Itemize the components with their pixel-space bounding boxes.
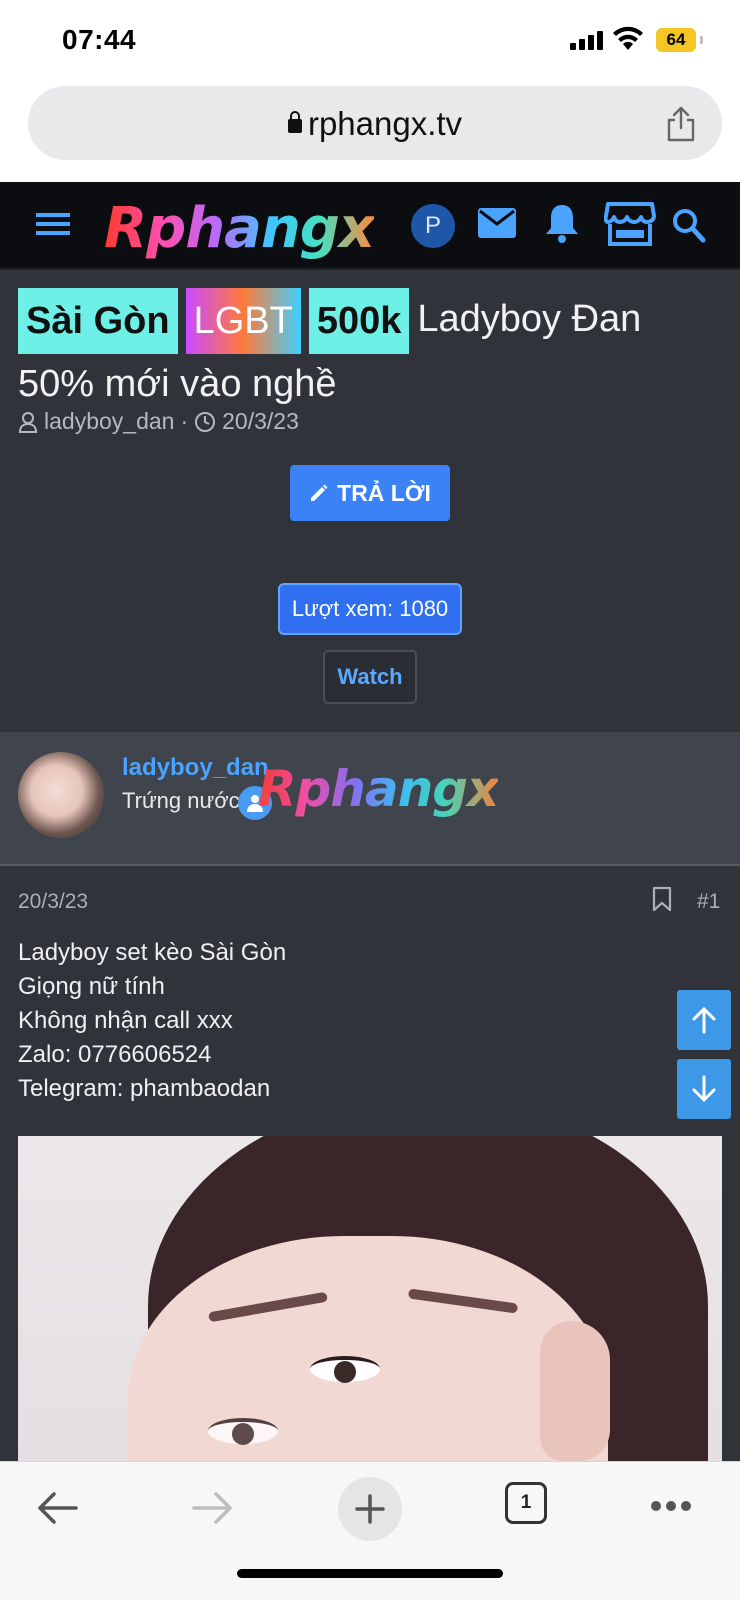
view-count-button[interactable]: Lượt xem: 1080: [278, 583, 462, 635]
url-text: rphangx.tv: [307, 105, 463, 142]
more-icon[interactable]: [650, 1500, 692, 1512]
wifi-icon: [613, 26, 643, 50]
thread-date[interactable]: 20/3/23: [222, 408, 299, 435]
label-lgbt[interactable]: LGBT: [185, 288, 301, 354]
arrow-up-icon: [692, 1006, 716, 1034]
post-line: Không nhận call xxx: [18, 1007, 233, 1034]
post-author-name[interactable]: ladyboy_dan: [122, 754, 269, 782]
label-saigon[interactable]: Sài Gòn: [18, 288, 178, 354]
lock-icon: [287, 111, 302, 133]
post-date[interactable]: 20/3/23: [18, 890, 88, 914]
reply-button[interactable]: TRẢ LỜI: [290, 465, 450, 521]
post-author-card: ladyboy_dan Trứng nước Rphangx: [0, 732, 740, 866]
status-time: 07:44: [62, 24, 137, 55]
forward-arrow-icon[interactable]: [192, 1490, 234, 1526]
reply-button-label: TRẢ LỜI: [337, 479, 431, 506]
post-body: Ladyboy set kèo Sài Gòn Giọng nữ tính Kh…: [18, 936, 286, 1106]
status-bar: 07:44 64: [0, 0, 740, 80]
bell-icon[interactable]: [544, 202, 580, 244]
post-image[interactable]: [18, 1136, 722, 1466]
back-arrow-icon[interactable]: [36, 1490, 78, 1526]
share-icon[interactable]: [666, 106, 696, 142]
pencil-icon: [311, 484, 328, 501]
home-indicator: [237, 1569, 503, 1578]
user-title: Trứng nước: [122, 788, 240, 813]
thread-meta: ladyboy_dan · 20/3/23: [18, 408, 299, 435]
search-icon[interactable]: [672, 208, 706, 244]
battery-level: 64: [666, 30, 686, 49]
avatar[interactable]: [18, 752, 104, 838]
post-line: Giọng nữ tính: [18, 973, 165, 1000]
post-line: Zalo: 0776606524: [18, 1041, 212, 1068]
thread-author[interactable]: ladyboy_dan: [44, 408, 174, 435]
address-bar[interactable]: rphangx.tv: [28, 86, 722, 160]
new-tab-button[interactable]: [338, 1477, 402, 1541]
plus-icon: [355, 1494, 385, 1524]
post-line: Ladyboy set kèo Sài Gòn: [18, 939, 287, 966]
label-price[interactable]: 500k: [308, 288, 410, 354]
watermark-logo: Rphangx: [258, 760, 499, 818]
store-icon[interactable]: [604, 200, 656, 248]
account-avatar[interactable]: P: [411, 204, 455, 248]
user-icon: [18, 411, 38, 433]
bookmark-icon[interactable]: [652, 886, 672, 912]
thread-title: Sài Gòn LGBT 500k Ladyboy Đan 50% mới vào n…: [18, 288, 718, 414]
scroll-top-button[interactable]: [677, 990, 731, 1050]
mail-icon[interactable]: [478, 208, 516, 238]
thread-header: Sài Gòn LGBT 500k Ladyboy Đan 50% mới vào n…: [0, 270, 740, 732]
site-logo[interactable]: Rphangx: [104, 196, 375, 261]
post-number[interactable]: #1: [697, 890, 720, 914]
arrow-down-icon: [692, 1075, 716, 1103]
site-header: Rphangx P: [0, 182, 740, 270]
watch-button[interactable]: Watch: [323, 650, 417, 704]
menu-icon[interactable]: [36, 210, 70, 238]
tabs-icon[interactable]: 1: [505, 1482, 547, 1524]
post-line: Telegram: phambaodan: [18, 1075, 271, 1102]
cellular-signal-icon: [570, 30, 603, 50]
battery-icon: 64: [656, 28, 703, 52]
scroll-bottom-button[interactable]: [677, 1059, 731, 1119]
post: 20/3/23 #1 Ladyboy set kèo Sài Gòn Giọng…: [0, 866, 740, 1466]
clock-icon: [195, 411, 216, 432]
browser-toolbar: 1: [0, 1461, 740, 1600]
